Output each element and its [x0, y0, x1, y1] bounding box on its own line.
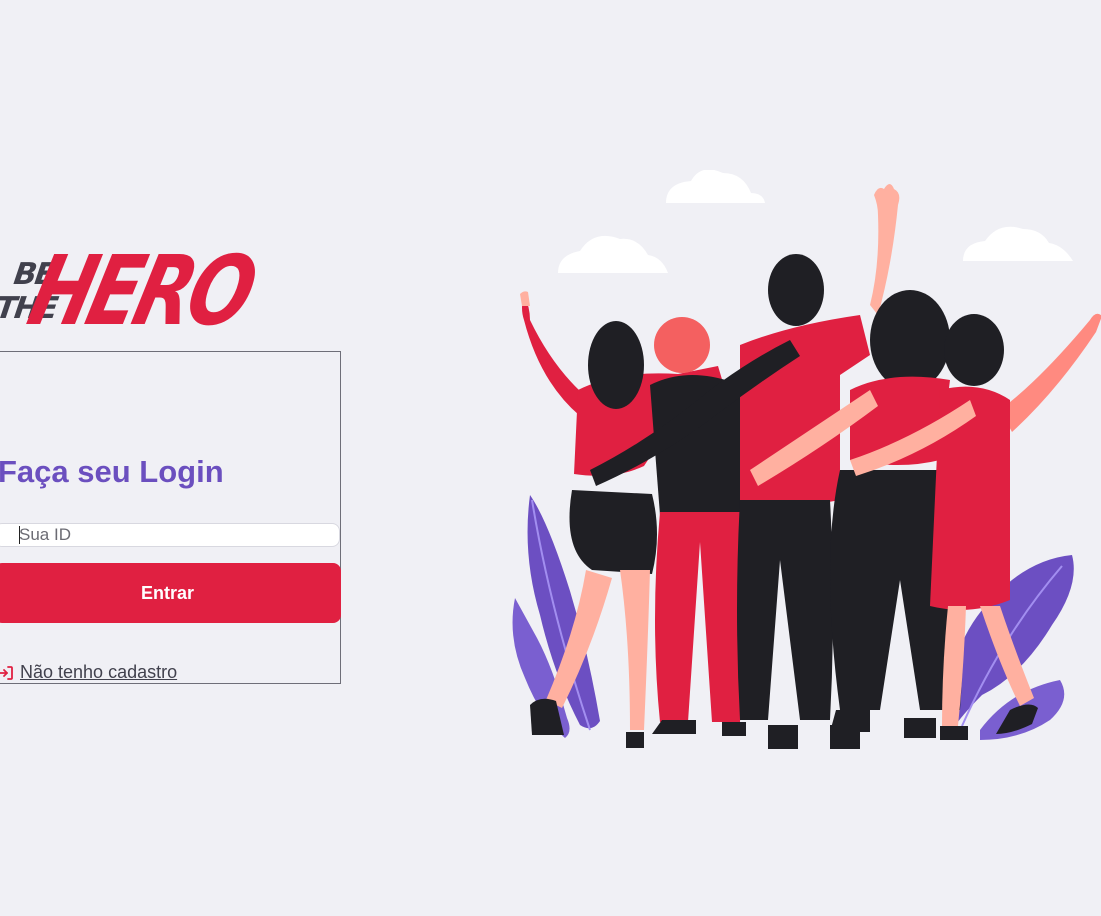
enter-button[interactable]: Entrar [0, 563, 341, 623]
clouds [558, 170, 1073, 273]
logo-word-hero: HERO [18, 235, 264, 347]
login-page: BE THE HERO Faça seu Login Entrar Não te… [0, 0, 1101, 916]
login-form-container [0, 351, 341, 684]
be-the-hero-logo: BE THE HERO [0, 235, 263, 350]
register-link-label: Não tenho cadastro [20, 662, 178, 682]
log-in-arrow-icon [0, 665, 14, 681]
text-cursor [19, 526, 20, 544]
register-link[interactable]: Não tenho cadastro [0, 662, 177, 683]
person-right-dress [930, 313, 1101, 740]
id-input[interactable] [0, 523, 340, 547]
login-title: Faça seu Login [0, 454, 224, 489]
heroes-group-illustration [512, 170, 1101, 749]
